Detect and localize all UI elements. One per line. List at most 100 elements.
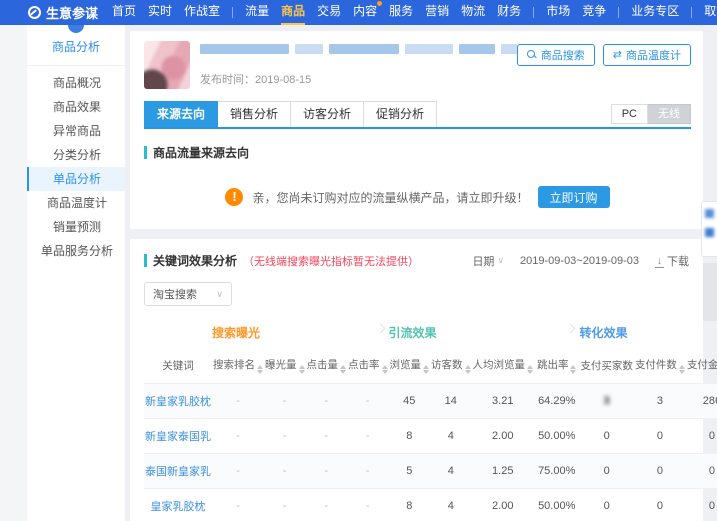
nav-item-war-room[interactable]: 作战室 (184, 0, 220, 25)
tab-source-destination[interactable]: 来源去向 (144, 101, 219, 127)
sidebar-menu: 商品概况 商品效果 异常商品 分类分析 单品分析 商品温度计 销量预测 单品服务分析 (27, 66, 125, 263)
keyword-section-title: 关键词效果分析 (153, 254, 238, 268)
value-cell: 14 (430, 383, 472, 419)
value-cell: - (305, 453, 347, 489)
column-header-avg-pageviews[interactable]: 人均浏览量 (472, 350, 535, 384)
sort-icon[interactable] (570, 365, 577, 374)
sidebar-item-abnormal-products[interactable]: 异常商品 (27, 119, 125, 143)
keyword-section-header: 关键词效果分析 （无线端搜索曝光指标暂无法提供） (144, 252, 419, 269)
product-thermometer-button[interactable]: ⇄ 商品温度计 (602, 44, 691, 66)
column-header-paid-amount[interactable]: 支付金额 (686, 350, 717, 384)
nav-menu: 首页实时作战室流量商品交易内容服务营销物流财务市场竞争业务专区取数学院 (112, 0, 717, 25)
product-header-card: 发布时间：2019-08-15 商品搜索 ⇄ 商品温度计 来源去向 销售分析 访… (130, 31, 703, 229)
sort-icon[interactable] (423, 365, 429, 374)
nav-item-competition[interactable]: 竞争 (582, 0, 606, 25)
sort-icon[interactable] (257, 365, 263, 374)
cell-value: 0 (656, 430, 663, 442)
sort-icon[interactable] (298, 365, 305, 374)
tab-visitor-analysis[interactable]: 访客分析 (291, 101, 365, 127)
keyword-link[interactable]: 皇家乳胶枕 (151, 501, 206, 513)
keyword-table: 搜索曝光 引流效果 转化效果 关键词 搜索排名 曝光量 点击量 点击率 浏览量 访客数 人均浏览量跳… (144, 316, 717, 521)
value-cell: 1.25 (471, 453, 534, 489)
sidebar-item-category-analysis[interactable]: 分类分析 (27, 143, 125, 167)
sort-icon[interactable] (340, 365, 346, 374)
cell-value: 0 (603, 500, 610, 512)
column-header-search-rank[interactable]: 搜索排名 (212, 350, 264, 384)
cell-value: - (324, 430, 329, 442)
table-group-conversion-effect: 转化效果 (565, 316, 717, 350)
nav-item-home[interactable]: 首页 (112, 0, 136, 25)
sort-icon[interactable] (527, 365, 533, 374)
cell-value: 286 (702, 395, 717, 407)
tab-promotion-analysis[interactable]: 促销分析 (364, 101, 438, 127)
channel-select[interactable]: 淘宝搜索 ∨ (144, 282, 232, 306)
nav-item-service[interactable]: 服务 (389, 0, 413, 25)
nav-item-data-extract[interactable]: 取数 (704, 0, 717, 25)
product-search-label: 商品搜索 (540, 50, 585, 62)
device-toggle-pc[interactable]: PC (610, 104, 648, 124)
download-button[interactable]: ↓ 下载 (655, 253, 689, 269)
nav-item-finance[interactable]: 财务 (497, 0, 521, 25)
nav-item-market[interactable]: 市场 (546, 0, 570, 25)
keyword-link[interactable]: 新皇家乳胶枕 (145, 396, 211, 408)
notification-dot (377, 1, 383, 6)
feedback-float-tab[interactable] (701, 201, 717, 257)
cell-value: - (282, 395, 287, 407)
column-header-paid-items[interactable]: 支付件数 (634, 350, 686, 384)
sidebar-item-sales-forecast[interactable]: 销量预测 (27, 215, 125, 239)
nav-item-product[interactable]: 商品 (281, 0, 306, 25)
column-header-ctr[interactable]: 点击率 (347, 350, 389, 384)
publish-label: 发布时间： (200, 74, 255, 86)
sort-up-arrow (678, 365, 685, 369)
table-group-label: 搜索曝光 (212, 326, 261, 340)
sort-up-arrow (381, 365, 388, 369)
cell-value: 4 (447, 500, 454, 512)
nav-item-business-zone[interactable]: 业务专区 (631, 0, 679, 25)
table-group-label: 引流效果 (388, 326, 437, 340)
sort-up-arrow (257, 365, 263, 369)
sidebar: 商品分析 商品概况 商品效果 异常商品 分类分析 单品分析 商品温度计 销量预测 单品服务分析 (27, 25, 125, 521)
cell-value: 2.00 (492, 430, 514, 442)
cell-value: 0 (656, 500, 663, 512)
order-now-button[interactable]: 立即订购 (537, 186, 610, 208)
cell-value: 0 (708, 500, 715, 512)
search-icon (526, 50, 537, 60)
nav-item-traffic[interactable]: 流量 (245, 0, 269, 25)
value-cell: 8 (388, 418, 430, 454)
sort-down-arrow (423, 370, 429, 374)
nav-item-content[interactable]: 内容 (353, 0, 383, 25)
sidebar-item-product-overview[interactable]: 商品概况 (27, 71, 125, 95)
left-gutter (0, 25, 27, 521)
device-toggle-wireless[interactable]: 无线 (648, 104, 691, 124)
nav-item-marketing[interactable]: 营销 (425, 0, 449, 25)
column-header-visitors[interactable]: 访客数 (430, 350, 472, 384)
nav-item-realtime[interactable]: 实时 (148, 0, 172, 25)
column-header-clicks[interactable]: 点击量 (306, 350, 348, 384)
tab-sales-analysis[interactable]: 销售分析 (218, 101, 292, 127)
keyword-link[interactable]: 新皇家泰国乳 (145, 431, 211, 443)
keyword-link[interactable]: 泰国新皇家乳 (145, 466, 211, 478)
cell-value: - (324, 500, 329, 512)
sidebar-item-single-item-analysis[interactable]: 单品分析 (27, 167, 125, 191)
sidebar-item-product-effect[interactable]: 商品效果 (27, 95, 125, 119)
nav-item-trade[interactable]: 交易 (317, 0, 341, 25)
column-header-pageviews[interactable]: 浏览量 (389, 350, 431, 384)
nav-item-logistics[interactable]: 物流 (461, 0, 485, 25)
column-header-bounce-rate[interactable]: 跳出率 (534, 350, 579, 384)
value-cell: 50.00% (534, 418, 580, 454)
sort-icon[interactable] (464, 365, 471, 374)
value-cell: - (212, 383, 264, 419)
sort-down-arrow (678, 370, 685, 374)
cell-value: - (324, 395, 329, 407)
sort-icon[interactable] (381, 365, 388, 374)
column-header-exposure[interactable]: 曝光量 (264, 350, 306, 384)
brand[interactable]: 生意参谋 (28, 3, 98, 22)
sidebar-item-product-thermometer[interactable]: 商品温度计 (27, 191, 125, 215)
sidebar-item-single-item-service[interactable]: 单品服务分析 (27, 239, 125, 263)
title-censor-bar (500, 44, 517, 54)
sort-icon[interactable] (678, 365, 685, 374)
date-dropdown[interactable]: 日期 ∨ (472, 253, 504, 269)
cell-value: - (365, 395, 370, 407)
brand-name: 生意参谋 (46, 6, 99, 21)
product-search-button[interactable]: 商品搜索 (516, 44, 595, 66)
